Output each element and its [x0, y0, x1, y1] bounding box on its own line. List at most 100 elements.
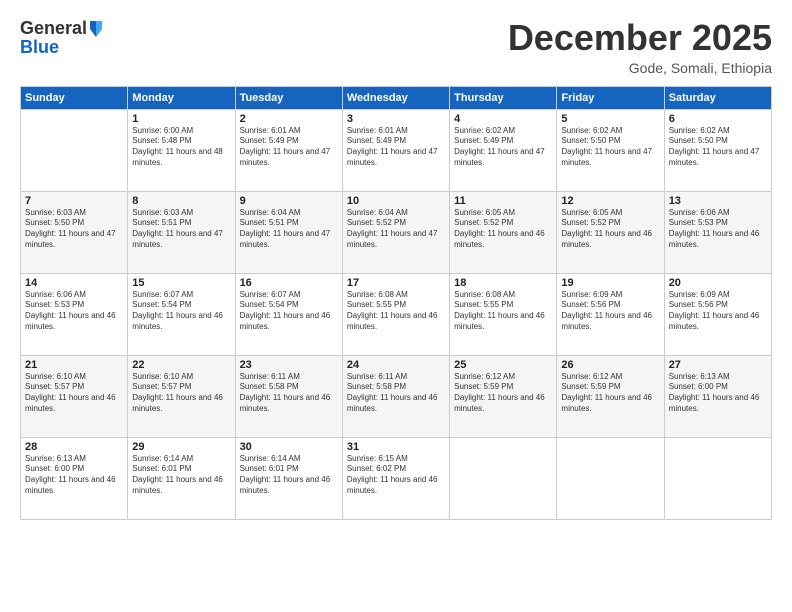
calendar-cell: 27Sunrise: 6:13 AMSunset: 6:00 PMDayligh…	[664, 355, 771, 437]
day-number: 17	[347, 277, 445, 289]
calendar-cell: 23Sunrise: 6:11 AMSunset: 5:58 PMDayligh…	[235, 355, 342, 437]
day-number: 27	[669, 359, 767, 371]
day-number: 18	[454, 277, 552, 289]
calendar-cell	[557, 437, 664, 519]
day-info: Sunrise: 6:02 AMSunset: 5:49 PMDaylight:…	[454, 126, 552, 169]
day-number: 24	[347, 359, 445, 371]
calendar-cell: 15Sunrise: 6:07 AMSunset: 5:54 PMDayligh…	[128, 273, 235, 355]
day-number: 5	[561, 113, 659, 125]
day-number: 15	[132, 277, 230, 289]
day-info: Sunrise: 6:08 AMSunset: 5:55 PMDaylight:…	[454, 290, 552, 333]
day-info: Sunrise: 6:04 AMSunset: 5:51 PMDaylight:…	[240, 208, 338, 251]
logo-blue-text: Blue	[20, 37, 59, 57]
calendar-table: Sunday Monday Tuesday Wednesday Thursday…	[20, 86, 772, 520]
calendar-page: General Blue December 2025 Gode, Somali,…	[0, 0, 792, 612]
day-number: 19	[561, 277, 659, 289]
calendar-cell: 5Sunrise: 6:02 AMSunset: 5:50 PMDaylight…	[557, 109, 664, 191]
calendar-cell: 1Sunrise: 6:00 AMSunset: 5:48 PMDaylight…	[128, 109, 235, 191]
calendar-cell	[450, 437, 557, 519]
day-info: Sunrise: 6:07 AMSunset: 5:54 PMDaylight:…	[240, 290, 338, 333]
calendar-cell: 7Sunrise: 6:03 AMSunset: 5:50 PMDaylight…	[21, 191, 128, 273]
col-sunday: Sunday	[21, 86, 128, 109]
logo-icon	[88, 19, 104, 39]
day-number: 16	[240, 277, 338, 289]
day-info: Sunrise: 6:13 AMSunset: 6:00 PMDaylight:…	[25, 454, 123, 497]
day-info: Sunrise: 6:02 AMSunset: 5:50 PMDaylight:…	[669, 126, 767, 169]
calendar-cell: 9Sunrise: 6:04 AMSunset: 5:51 PMDaylight…	[235, 191, 342, 273]
day-info: Sunrise: 6:13 AMSunset: 6:00 PMDaylight:…	[669, 372, 767, 415]
day-number: 12	[561, 195, 659, 207]
calendar-week-3: 14Sunrise: 6:06 AMSunset: 5:53 PMDayligh…	[21, 273, 772, 355]
calendar-cell	[664, 437, 771, 519]
calendar-cell: 3Sunrise: 6:01 AMSunset: 5:49 PMDaylight…	[342, 109, 449, 191]
calendar-cell: 13Sunrise: 6:06 AMSunset: 5:53 PMDayligh…	[664, 191, 771, 273]
calendar-cell: 11Sunrise: 6:05 AMSunset: 5:52 PMDayligh…	[450, 191, 557, 273]
day-info: Sunrise: 6:14 AMSunset: 6:01 PMDaylight:…	[132, 454, 230, 497]
day-info: Sunrise: 6:09 AMSunset: 5:56 PMDaylight:…	[669, 290, 767, 333]
day-number: 25	[454, 359, 552, 371]
calendar-cell: 31Sunrise: 6:15 AMSunset: 6:02 PMDayligh…	[342, 437, 449, 519]
day-info: Sunrise: 6:09 AMSunset: 5:56 PMDaylight:…	[561, 290, 659, 333]
day-number: 9	[240, 195, 338, 207]
calendar-week-4: 21Sunrise: 6:10 AMSunset: 5:57 PMDayligh…	[21, 355, 772, 437]
day-number: 14	[25, 277, 123, 289]
day-number: 3	[347, 113, 445, 125]
day-info: Sunrise: 6:11 AMSunset: 5:58 PMDaylight:…	[240, 372, 338, 415]
location-subtitle: Gode, Somali, Ethiopia	[508, 60, 772, 76]
calendar-cell: 4Sunrise: 6:02 AMSunset: 5:49 PMDaylight…	[450, 109, 557, 191]
calendar-cell: 6Sunrise: 6:02 AMSunset: 5:50 PMDaylight…	[664, 109, 771, 191]
calendar-cell: 10Sunrise: 6:04 AMSunset: 5:52 PMDayligh…	[342, 191, 449, 273]
day-info: Sunrise: 6:03 AMSunset: 5:51 PMDaylight:…	[132, 208, 230, 251]
col-friday: Friday	[557, 86, 664, 109]
day-info: Sunrise: 6:12 AMSunset: 5:59 PMDaylight:…	[454, 372, 552, 415]
day-number: 13	[669, 195, 767, 207]
day-number: 26	[561, 359, 659, 371]
day-info: Sunrise: 6:05 AMSunset: 5:52 PMDaylight:…	[454, 208, 552, 251]
day-info: Sunrise: 6:11 AMSunset: 5:58 PMDaylight:…	[347, 372, 445, 415]
calendar-cell: 18Sunrise: 6:08 AMSunset: 5:55 PMDayligh…	[450, 273, 557, 355]
calendar-cell	[21, 109, 128, 191]
day-info: Sunrise: 6:01 AMSunset: 5:49 PMDaylight:…	[240, 126, 338, 169]
day-info: Sunrise: 6:01 AMSunset: 5:49 PMDaylight:…	[347, 126, 445, 169]
calendar-cell: 17Sunrise: 6:08 AMSunset: 5:55 PMDayligh…	[342, 273, 449, 355]
logo: General Blue	[20, 18, 104, 58]
day-number: 11	[454, 195, 552, 207]
day-info: Sunrise: 6:07 AMSunset: 5:54 PMDaylight:…	[132, 290, 230, 333]
calendar-cell: 19Sunrise: 6:09 AMSunset: 5:56 PMDayligh…	[557, 273, 664, 355]
day-info: Sunrise: 6:10 AMSunset: 5:57 PMDaylight:…	[25, 372, 123, 415]
calendar-cell: 26Sunrise: 6:12 AMSunset: 5:59 PMDayligh…	[557, 355, 664, 437]
day-info: Sunrise: 6:08 AMSunset: 5:55 PMDaylight:…	[347, 290, 445, 333]
day-number: 23	[240, 359, 338, 371]
calendar-cell: 24Sunrise: 6:11 AMSunset: 5:58 PMDayligh…	[342, 355, 449, 437]
calendar-cell: 16Sunrise: 6:07 AMSunset: 5:54 PMDayligh…	[235, 273, 342, 355]
month-title: December 2025	[508, 18, 772, 58]
day-number: 7	[25, 195, 123, 207]
col-monday: Monday	[128, 86, 235, 109]
day-number: 10	[347, 195, 445, 207]
day-number: 1	[132, 113, 230, 125]
calendar-cell: 12Sunrise: 6:05 AMSunset: 5:52 PMDayligh…	[557, 191, 664, 273]
col-tuesday: Tuesday	[235, 86, 342, 109]
calendar-cell: 2Sunrise: 6:01 AMSunset: 5:49 PMDaylight…	[235, 109, 342, 191]
calendar-cell: 22Sunrise: 6:10 AMSunset: 5:57 PMDayligh…	[128, 355, 235, 437]
day-info: Sunrise: 6:02 AMSunset: 5:50 PMDaylight:…	[561, 126, 659, 169]
calendar-cell: 8Sunrise: 6:03 AMSunset: 5:51 PMDaylight…	[128, 191, 235, 273]
day-number: 6	[669, 113, 767, 125]
day-number: 20	[669, 277, 767, 289]
day-info: Sunrise: 6:06 AMSunset: 5:53 PMDaylight:…	[669, 208, 767, 251]
col-wednesday: Wednesday	[342, 86, 449, 109]
day-info: Sunrise: 6:04 AMSunset: 5:52 PMDaylight:…	[347, 208, 445, 251]
day-number: 30	[240, 441, 338, 453]
day-number: 29	[132, 441, 230, 453]
header-row: Sunday Monday Tuesday Wednesday Thursday…	[21, 86, 772, 109]
calendar-cell: 14Sunrise: 6:06 AMSunset: 5:53 PMDayligh…	[21, 273, 128, 355]
day-number: 8	[132, 195, 230, 207]
calendar-cell: 25Sunrise: 6:12 AMSunset: 5:59 PMDayligh…	[450, 355, 557, 437]
day-number: 2	[240, 113, 338, 125]
logo-general: General	[20, 18, 87, 39]
day-number: 28	[25, 441, 123, 453]
day-info: Sunrise: 6:14 AMSunset: 6:01 PMDaylight:…	[240, 454, 338, 497]
header: General Blue December 2025 Gode, Somali,…	[20, 18, 772, 76]
calendar-week-5: 28Sunrise: 6:13 AMSunset: 6:00 PMDayligh…	[21, 437, 772, 519]
day-info: Sunrise: 6:03 AMSunset: 5:50 PMDaylight:…	[25, 208, 123, 251]
